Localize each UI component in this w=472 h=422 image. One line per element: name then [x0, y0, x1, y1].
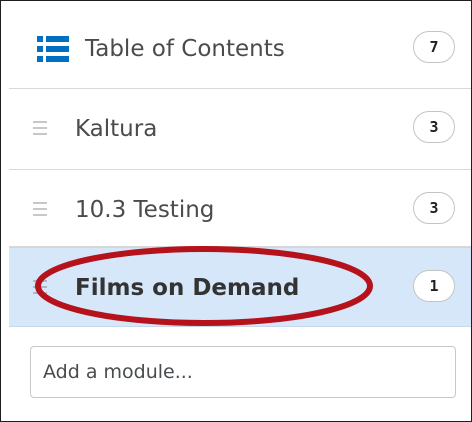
module-item-films-on-demand[interactable]: Films on Demand 1: [9, 247, 471, 327]
list-icon: [37, 36, 69, 62]
module-item-kaltura[interactable]: Kaltura 3: [9, 89, 471, 170]
module-label: Films on Demand: [75, 275, 300, 301]
module-label: Kaltura: [75, 116, 158, 142]
add-module-input[interactable]: [30, 346, 456, 398]
drag-handle-icon[interactable]: [33, 202, 47, 216]
module-count-badge: 3: [413, 192, 455, 224]
module-item-10-3-testing[interactable]: 10.3 Testing 3: [9, 170, 471, 247]
drag-handle-icon[interactable]: [33, 121, 47, 135]
table-of-contents-count-badge: 7: [413, 31, 455, 63]
module-count-badge: 1: [413, 270, 455, 302]
table-of-contents-row[interactable]: Table of Contents 7: [9, 9, 471, 89]
module-label: 10.3 Testing: [75, 197, 215, 223]
module-count-badge: 3: [413, 111, 455, 143]
content-navigation-panel: Table of Contents 7 Kaltura 3 10.3 Testi…: [0, 0, 472, 422]
drag-handle-icon[interactable]: [33, 280, 47, 294]
table-of-contents-label: Table of Contents: [85, 36, 285, 62]
